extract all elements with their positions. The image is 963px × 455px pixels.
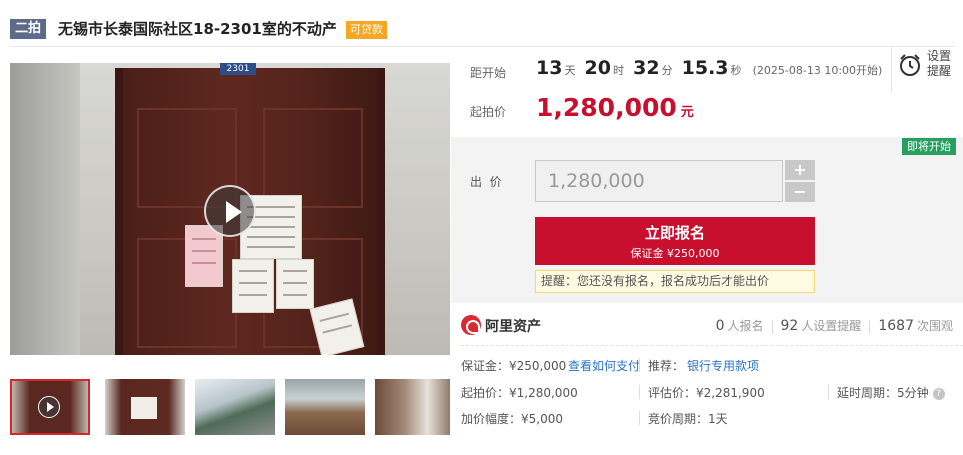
countdown: 13 天 20 时 32 分 15.3 秒 (2025-08-13 10:00开始) xyxy=(536,57,882,79)
auction-detail-page: 二拍 无锡市长泰国际社区18-2301室的不动产 可贷款 2301 距开始 13… xyxy=(0,0,963,455)
thumbnail-photo[interactable] xyxy=(105,379,185,435)
recommend-label: 推荐： xyxy=(648,359,685,373)
main-photo[interactable]: 2301 xyxy=(10,63,450,355)
door-number-plate: 2301 xyxy=(220,63,256,75)
countdown-hours: 20 xyxy=(584,57,611,79)
countdown-seconds: 15.3 xyxy=(681,57,729,79)
info-divider xyxy=(461,345,963,346)
stat-value: 1687 xyxy=(878,318,914,334)
reminder-label: 设置提醒 xyxy=(927,49,952,78)
extension-text: 延时周期：5分钟 xyxy=(837,386,929,400)
stat-value: 0 xyxy=(715,318,725,334)
notice-paper xyxy=(276,259,314,309)
countdown-minutes: 32 xyxy=(633,57,660,79)
minutes-unit: 分 xyxy=(661,64,673,77)
start-time: (2025-08-13 10:00开始) xyxy=(752,64,883,77)
divider xyxy=(639,385,640,399)
bid-label: 出 价 xyxy=(470,175,502,189)
seconds-unit: 秒 xyxy=(730,64,742,77)
hours-unit: 时 xyxy=(613,64,624,77)
play-icon xyxy=(38,396,60,418)
stat-value: 92 xyxy=(780,318,799,334)
notice-paper xyxy=(232,259,274,313)
bid-amount-input[interactable]: 1,280,000 xyxy=(535,160,783,202)
bank-account-link[interactable]: 银行专用款项 xyxy=(687,357,759,374)
deposit-info: 保证金：¥250,000 xyxy=(461,359,567,373)
how-to-pay-link[interactable]: 查看如何支付 xyxy=(568,357,640,374)
countdown-days: 13 xyxy=(536,57,563,79)
bid-cycle-info: 竞价周期：1天 xyxy=(648,412,728,426)
notice-paper-pink xyxy=(185,225,223,287)
thumbnail-photo[interactable] xyxy=(375,379,450,435)
thumbnail-photo[interactable] xyxy=(195,379,275,435)
stat-label: 次围观 xyxy=(916,319,953,333)
thumbnail-photo[interactable] xyxy=(285,379,365,435)
bid-stepper: + − xyxy=(785,160,815,202)
alarm-clock-icon xyxy=(900,54,920,76)
countdown-label: 距开始 xyxy=(470,66,507,80)
deposit-line: 保证金 ¥250,000 xyxy=(630,247,720,260)
divider xyxy=(828,385,829,399)
register-button-label: 立即报名 xyxy=(644,224,705,242)
ali-assets-logo-icon xyxy=(461,315,481,335)
auction-stats: 0 人报名 92 人设置提醒 1687 次围观 xyxy=(716,317,953,334)
status-badge: 即将开始 xyxy=(902,138,956,155)
play-video-icon[interactable] xyxy=(204,185,256,237)
currency-unit: 元 xyxy=(680,105,694,120)
appraisal-info: 评估价：¥2,281,900 xyxy=(648,386,765,400)
thumbnail-strip xyxy=(10,379,450,435)
door-panel xyxy=(263,108,363,208)
round-tag: 二拍 xyxy=(10,19,47,39)
stat-label: 人设置提醒 xyxy=(801,319,862,333)
auction-panel: 距开始 13 天 20 时 32 分 15.3 秒 (2025-08-13 10:00开… xyxy=(451,47,963,455)
thumbnail-video[interactable] xyxy=(10,379,90,435)
increment-info: 加价幅度：¥5,000 xyxy=(461,412,563,426)
page-title: 无锡市长泰国际社区18-2301室的不动产 xyxy=(58,20,337,38)
registration-tip: 提醒：您还没有报名，报名成功后才能出价 xyxy=(535,270,815,293)
start-price: 1,280,000 元 xyxy=(536,93,694,122)
bid-panel: 即将开始 出 价 1,280,000 + − 立即报名 保证金 ¥250,000… xyxy=(451,137,963,303)
register-button[interactable]: 立即报名 保证金 ¥250,000 xyxy=(535,217,815,265)
notice-paper xyxy=(131,397,157,419)
set-reminder-button[interactable]: 设置提醒 xyxy=(891,47,963,93)
increase-bid-button[interactable]: + xyxy=(785,160,815,180)
stat-label: 人报名 xyxy=(727,319,764,333)
wall xyxy=(10,63,80,355)
title-bar: 二拍 无锡市长泰国际社区18-2301室的不动产 可贷款 xyxy=(0,0,963,46)
extension-info: 延时周期：5分钟? xyxy=(837,384,945,401)
brand-name: 阿里资产 xyxy=(485,319,541,335)
help-icon[interactable]: ? xyxy=(932,387,945,400)
divider xyxy=(639,411,640,425)
days-unit: 天 xyxy=(564,64,576,77)
divider xyxy=(639,358,640,372)
loan-badge[interactable]: 可贷款 xyxy=(346,21,387,39)
start-price-info: 起拍价：¥1,280,000 xyxy=(461,386,578,400)
start-price-label: 起拍价 xyxy=(470,105,507,119)
decrease-bid-button[interactable]: − xyxy=(785,182,815,202)
start-price-value: 1,280,000 xyxy=(536,93,677,122)
